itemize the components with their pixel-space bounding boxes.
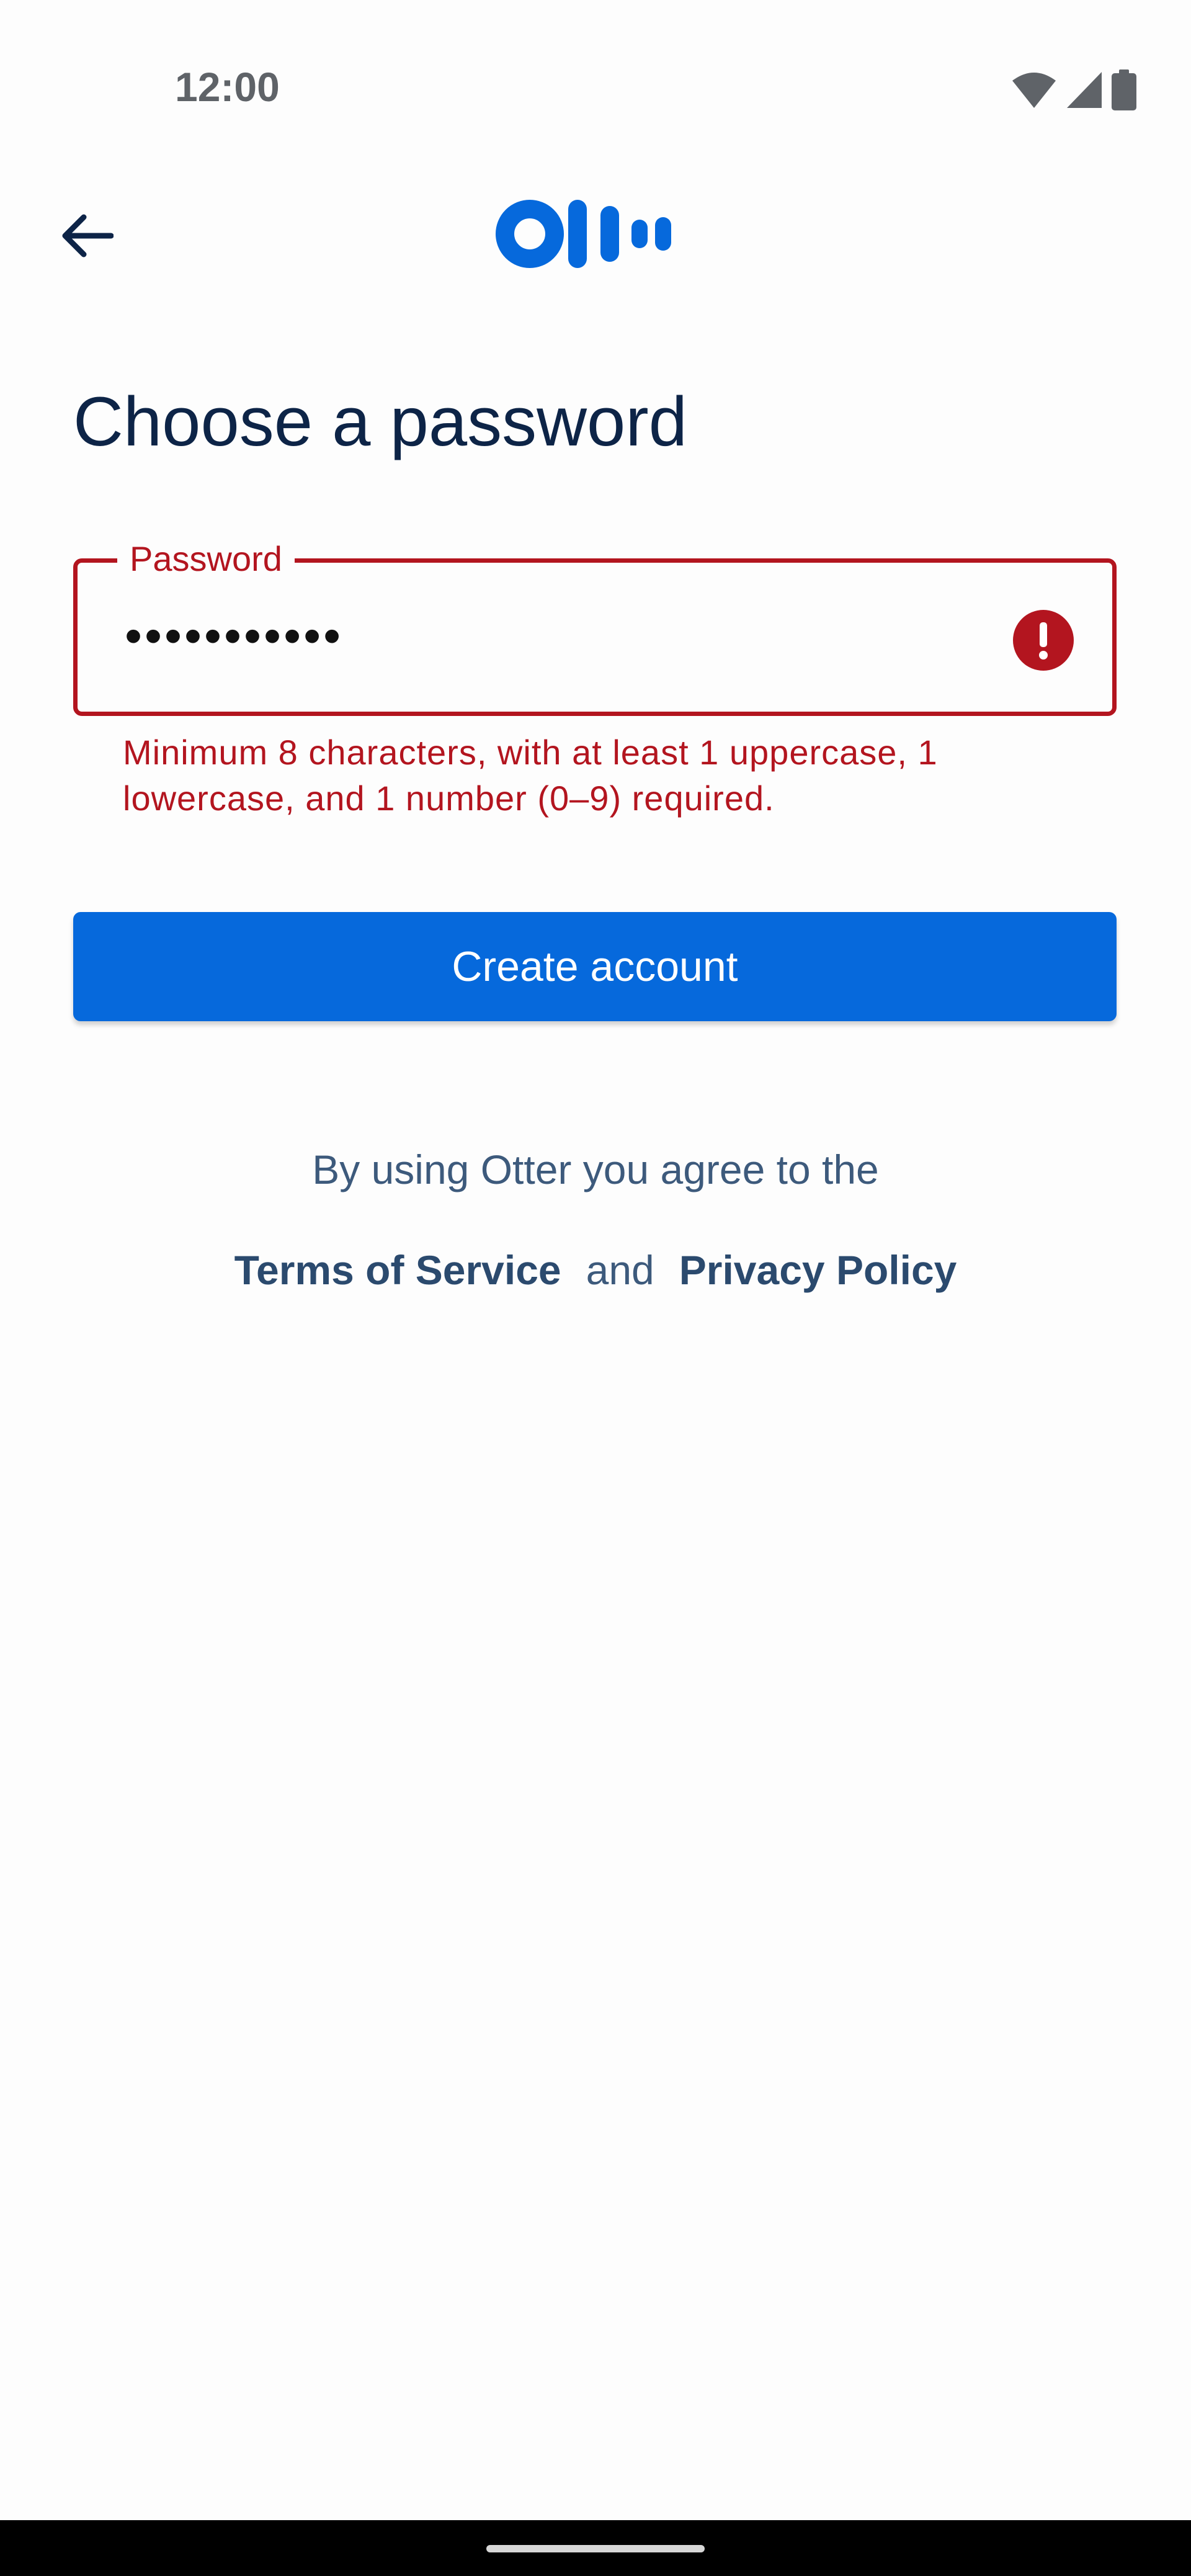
password-error-text: Minimum 8 characters, with at least 1 up… bbox=[123, 733, 938, 818]
arrow-left-icon bbox=[62, 214, 114, 257]
password-input[interactable]: ••••••••••• bbox=[125, 605, 343, 667]
terms-of-service-link[interactable]: Terms of Service bbox=[234, 1242, 561, 1298]
agreement-links: Terms of Service and Privacy Policy bbox=[0, 1242, 1191, 1298]
error-exclamation-icon bbox=[1013, 610, 1074, 671]
password-field-label: Password bbox=[117, 533, 295, 585]
cellular-signal-icon bbox=[1067, 72, 1102, 108]
wifi-icon bbox=[1012, 73, 1056, 108]
otter-logo bbox=[496, 200, 671, 268]
create-account-button[interactable]: Create account bbox=[73, 912, 1117, 1021]
password-field[interactable]: Password ••••••••••• bbox=[73, 533, 1117, 716]
battery-icon bbox=[1112, 69, 1136, 110]
status-icons bbox=[1011, 68, 1136, 112]
home-indicator[interactable] bbox=[486, 2545, 705, 2552]
agreement-text: By using Otter you agree to the bbox=[312, 1147, 879, 1192]
back-button[interactable] bbox=[50, 199, 124, 273]
screen: 12:00 Choose a password Password •••••••… bbox=[0, 0, 1191, 2576]
status-time: 12:00 bbox=[175, 64, 280, 110]
page-title: Choose a password bbox=[73, 383, 687, 460]
privacy-policy-link[interactable]: Privacy Policy bbox=[679, 1242, 957, 1298]
agreement-and-text: and bbox=[586, 1247, 654, 1293]
